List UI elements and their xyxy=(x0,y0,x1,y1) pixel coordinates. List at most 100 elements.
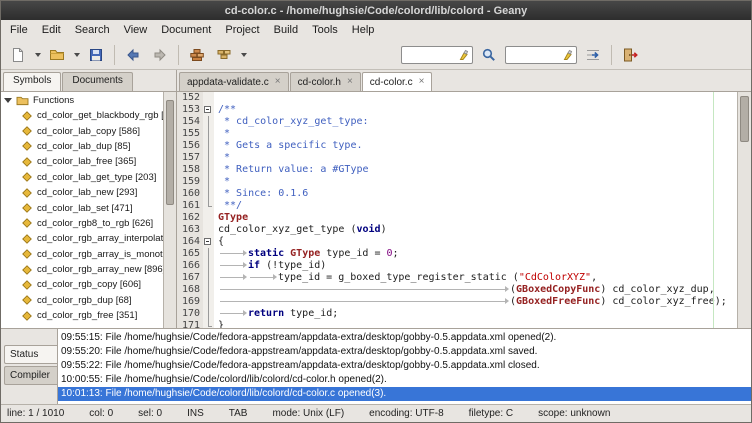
symbol-label: cd_color_lab_get_type [203] xyxy=(37,172,156,183)
fold-margin xyxy=(203,212,214,224)
new-file-dropdown[interactable] xyxy=(32,43,43,67)
clear-icon[interactable] xyxy=(563,49,575,61)
menu-help[interactable]: Help xyxy=(345,20,382,40)
symbol-root[interactable]: Functions xyxy=(1,92,176,108)
code-token: * Return value: a #GType xyxy=(218,164,369,175)
symbol-item[interactable]: cd_color_rgb_array_interpolate [9 xyxy=(1,231,176,246)
menu-build[interactable]: Build xyxy=(267,20,305,40)
scrollbar-thumb[interactable] xyxy=(166,100,174,205)
menu-file[interactable]: File xyxy=(3,20,35,40)
symbol-label: cd_color_lab_copy [586] xyxy=(37,126,140,137)
message-tab-status[interactable]: Status xyxy=(4,345,57,364)
symbol-label: cd_color_rgb8_to_rgb [626] xyxy=(37,218,153,229)
code-line: 168(GBoxedCopyFunc) cd_color_xyz_dup, xyxy=(177,284,737,296)
code-token: ) xyxy=(381,224,387,235)
expander-icon[interactable] xyxy=(4,98,12,103)
symbol-item[interactable]: cd_color_rgb_copy [606] xyxy=(1,277,176,292)
symbol-item[interactable]: cd_color_lab_free [365] xyxy=(1,154,176,169)
code-text: **/ xyxy=(214,200,737,212)
clear-icon[interactable] xyxy=(459,49,471,61)
quit-button[interactable] xyxy=(617,43,643,67)
fold-line xyxy=(208,260,209,272)
menu-project[interactable]: Project xyxy=(218,20,266,40)
fold-toggle[interactable] xyxy=(204,238,211,245)
symbol-label: cd_color_rgb_array_interpolate [9 xyxy=(37,233,176,244)
sidebar-scrollbar[interactable] xyxy=(163,92,176,328)
symbol-item[interactable]: cd_color_lab_dup [85] xyxy=(1,139,176,154)
code-line: 156 * Gets a specific type. xyxy=(177,140,737,152)
code-text: (GBoxedFreeFunc) cd_color_xyz_free); xyxy=(214,296,737,308)
symbol-item[interactable]: cd_color_lab_get_type [203] xyxy=(1,170,176,185)
code-view[interactable]: 152153/**154 * cd_color_xyz_get_type:155… xyxy=(177,92,737,328)
code-token: * xyxy=(218,176,230,187)
code-text: type_id = g_boxed_type_register_static (… xyxy=(214,272,737,284)
code-token: * cd_color_xyz_get_type: xyxy=(218,116,369,127)
fold-margin xyxy=(203,128,214,140)
save-button[interactable] xyxy=(83,43,109,67)
tab-close-icon[interactable]: × xyxy=(275,77,281,87)
message-row[interactable]: 09:55:22: File /home/hughsie/Code/fedora… xyxy=(58,359,751,373)
compile-bricks-icon xyxy=(189,47,205,63)
menu-view[interactable]: View xyxy=(117,20,155,40)
editor-scrollbar[interactable] xyxy=(737,92,751,328)
code-token: static xyxy=(248,248,284,259)
code-line: 159 * xyxy=(177,176,737,188)
symbol-item[interactable]: cd_color_lab_copy [586] xyxy=(1,123,176,138)
scrollbar-thumb[interactable] xyxy=(740,96,749,142)
menu-tools[interactable]: Tools xyxy=(305,20,345,40)
sidebar-tab-documents[interactable]: Documents xyxy=(62,72,133,91)
fold-margin xyxy=(203,224,214,236)
fold-margin xyxy=(203,272,214,284)
navigate-forward-button[interactable] xyxy=(147,43,173,67)
symbol-tree[interactable]: Functions cd_color_get_blackbody_rgb [97… xyxy=(1,91,176,328)
editor-tab-appdata-validate.c[interactable]: appdata-validate.c× xyxy=(179,72,289,91)
open-file-dropdown[interactable] xyxy=(71,43,82,67)
code-text: GType xyxy=(214,212,737,224)
menu-search[interactable]: Search xyxy=(68,20,117,40)
menu-document[interactable]: Document xyxy=(154,20,218,40)
build-button[interactable] xyxy=(211,43,237,67)
navigate-back-button[interactable] xyxy=(120,43,146,67)
menu-edit[interactable]: Edit xyxy=(35,20,68,40)
message-row[interactable]: 09:55:15: File /home/hughsie/Code/fedora… xyxy=(58,331,751,345)
message-tab-compiler[interactable]: Compiler xyxy=(4,366,57,385)
symbol-item[interactable]: cd_color_rgb_array_is_monotonic xyxy=(1,247,176,262)
symbol-item[interactable]: cd_color_lab_new [293] xyxy=(1,185,176,200)
symbol-list: cd_color_get_blackbody_rgb [97 cd_color_l… xyxy=(1,108,176,323)
new-file-button[interactable] xyxy=(5,43,31,67)
code-line: 160 * Since: 0.1.6 xyxy=(177,188,737,200)
compile-button[interactable] xyxy=(184,43,210,67)
symbol-item[interactable]: cd_color_lab_set [471] xyxy=(1,200,176,215)
message-row[interactable]: 09:55:20: File /home/hughsie/Code/fedora… xyxy=(58,345,751,359)
symbol-item[interactable]: cd_color_rgb_dup [68] xyxy=(1,293,176,308)
symbol-icon xyxy=(22,157,32,167)
code-token: * Since: 0.1.6 xyxy=(218,188,308,199)
message-row[interactable]: 10:01:13: File /home/hughsie/Code/colord… xyxy=(58,387,751,401)
goto-line-input[interactable] xyxy=(506,49,563,60)
tab-close-icon[interactable]: × xyxy=(419,77,425,87)
message-list: 09:55:15: File /home/hughsie/Code/fedora… xyxy=(57,329,751,404)
editor-tab-cd-color.h[interactable]: cd-color.h× xyxy=(290,72,361,91)
editor-tab-cd-color.c[interactable]: cd-color.c× xyxy=(362,72,433,91)
code-token: (!type_id) xyxy=(260,260,326,271)
symbol-item[interactable]: cd_color_rgb_array_new [896] xyxy=(1,262,176,277)
fold-toggle[interactable] xyxy=(204,106,211,113)
new-document-icon xyxy=(10,47,26,63)
code-token: cd_color_xyz_get_type ( xyxy=(218,224,356,235)
search-input[interactable] xyxy=(402,49,459,60)
tab-arrow xyxy=(218,310,248,317)
message-row[interactable]: 10:00:55: File /home/hughsie/Code/colord… xyxy=(58,373,751,387)
symbol-item[interactable]: cd_color_rgb_free [351] xyxy=(1,308,176,323)
open-file-button[interactable] xyxy=(44,43,70,67)
sidebar-tab-symbols[interactable]: Symbols xyxy=(3,72,61,91)
search-button[interactable] xyxy=(476,43,502,67)
goto-line-button[interactable] xyxy=(580,43,606,67)
code-line: 155 * xyxy=(177,128,737,140)
build-dropdown[interactable] xyxy=(238,43,249,67)
code-line: 158 * Return value: a #GType xyxy=(177,164,737,176)
symbol-item[interactable]: cd_color_rgb8_to_rgb [626] xyxy=(1,216,176,231)
symbol-label: cd_color_rgb_dup [68] xyxy=(37,295,132,306)
tab-close-icon[interactable]: × xyxy=(347,77,353,87)
symbol-item[interactable]: cd_color_get_blackbody_rgb [97 xyxy=(1,108,176,123)
sidebar-tabs: SymbolsDocuments xyxy=(1,70,176,91)
